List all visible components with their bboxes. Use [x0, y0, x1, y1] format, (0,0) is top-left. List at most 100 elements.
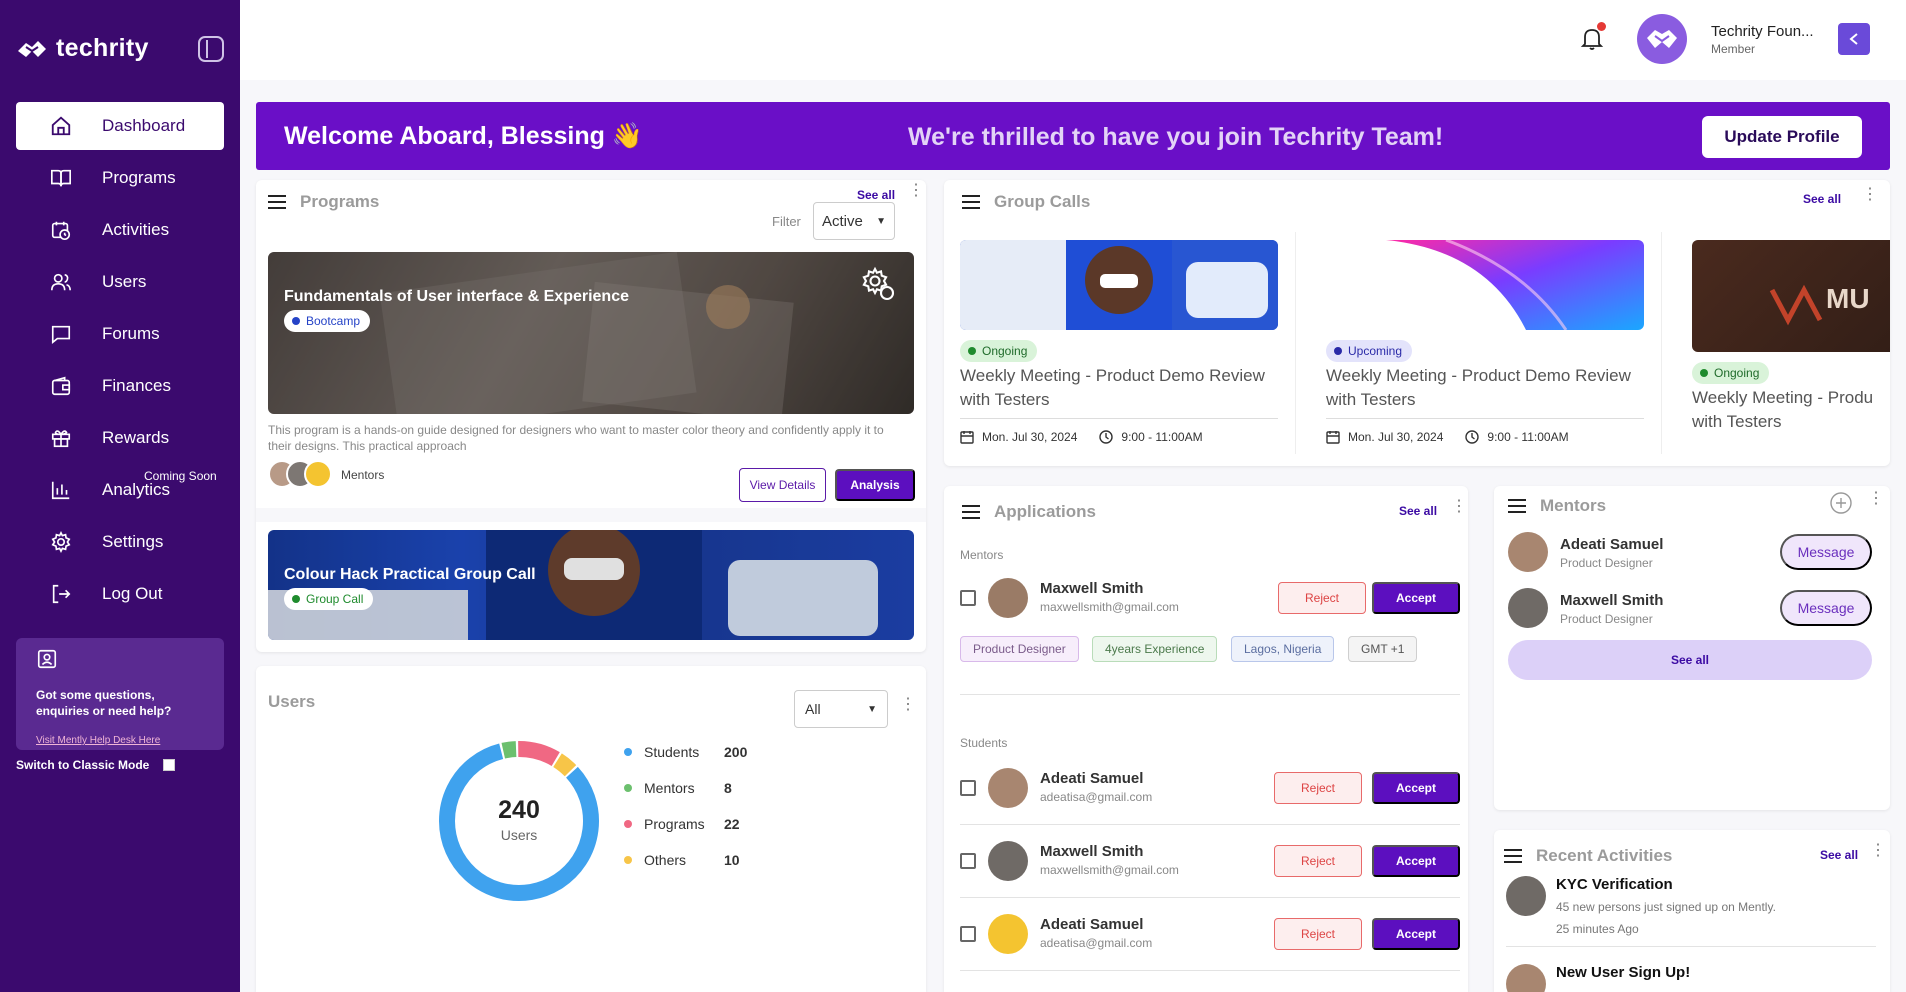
group-call-item[interactable]: Ongoing Weekly Meeting - Product Demo Re… [944, 232, 1296, 454]
reject-button[interactable]: Reject [1274, 918, 1362, 950]
more-options-icon[interactable]: ⋮ [1870, 843, 1886, 859]
application-row: Maxwell Smith maxwellsmith@gmail.com Rej… [960, 831, 1460, 891]
select-checkbox[interactable] [960, 853, 976, 869]
applications-see-all-link[interactable]: See all [1399, 504, 1437, 518]
message-button[interactable]: Message [1780, 590, 1872, 626]
update-profile-button[interactable]: Update Profile [1702, 116, 1862, 158]
more-options-icon[interactable]: ⋮ [1868, 491, 1884, 507]
tag-chip: GMT +1 [1348, 636, 1418, 662]
clock-icon [1465, 430, 1480, 444]
reject-button[interactable]: Reject [1274, 845, 1362, 877]
recent-activities-see-all-link[interactable]: See all [1820, 848, 1858, 862]
view-details-button[interactable]: View Details [739, 468, 826, 502]
help-desk-link[interactable]: Visit Mently Help Desk Here [36, 735, 204, 746]
calendar-icon [1326, 431, 1340, 444]
legend-dot [624, 856, 632, 864]
sidebar-item-users[interactable]: Users [16, 258, 224, 306]
mentor-item: Adeati Samuel Product Designer Message [1508, 530, 1878, 574]
more-options-icon[interactable]: ⋮ [908, 183, 924, 199]
sidebar-item-programs[interactable]: Programs [16, 154, 224, 202]
users-total: 240 [498, 796, 540, 824]
program-cover-image[interactable]: Colour Hack Practical Group Call Group C… [268, 530, 914, 640]
legend-dot [624, 748, 632, 756]
mentors-header: Mentors [1508, 496, 1606, 516]
select-checkbox[interactable] [960, 780, 976, 796]
reject-button[interactable]: Reject [1278, 582, 1366, 614]
mentors-title: Mentors [1540, 496, 1607, 515]
sidebar-item-analytics[interactable]: Coming Soon Analytics [16, 466, 224, 514]
programs-see-all-link[interactable]: See all [857, 188, 895, 202]
sidebar-item-settings[interactable]: Settings [16, 518, 224, 566]
sidebar-item-finances[interactable]: Finances [16, 362, 224, 410]
chevron-left-icon[interactable] [1838, 23, 1870, 55]
menu-icon[interactable] [962, 195, 980, 209]
divider [1506, 946, 1876, 947]
more-options-icon[interactable]: ⋮ [1451, 499, 1467, 515]
recent-activities-card: Recent Activities See all ⋮ KYC Verifica… [1494, 830, 1890, 992]
avatar[interactable] [1637, 14, 1687, 64]
help-desk-icon [37, 649, 57, 669]
calendar-icon [960, 431, 974, 444]
sidebar-item-forums[interactable]: Forums [16, 310, 224, 358]
sidebar-item-activities[interactable]: Activities [16, 206, 224, 254]
divider [1326, 418, 1644, 419]
reject-button[interactable]: Reject [1274, 772, 1362, 804]
select-checkbox[interactable] [960, 926, 976, 942]
accept-button[interactable]: Accept [1372, 582, 1460, 614]
menu-icon[interactable] [1508, 499, 1526, 513]
accept-button[interactable]: Accept [1372, 845, 1460, 877]
classic-mode-checkbox[interactable] [163, 759, 176, 771]
program-cover-image[interactable]: Fundamentals of User interface & Experie… [268, 252, 914, 414]
book-icon [50, 167, 72, 189]
status-badge: Ongoing [1692, 362, 1770, 384]
accept-button[interactable]: Accept [1372, 772, 1460, 804]
accept-button[interactable]: Accept [1372, 918, 1460, 950]
sidebar-item-label: Analytics [102, 480, 171, 499]
group-call-item[interactable]: Upcoming Weekly Meeting - Product Demo R… [1310, 232, 1662, 454]
more-options-icon[interactable]: ⋮ [1862, 187, 1878, 203]
more-options-icon[interactable]: ⋮ [900, 697, 916, 713]
sidebar-item-dashboard[interactable]: Dashboard [16, 102, 224, 150]
brand-logo[interactable]: techrity [16, 34, 149, 63]
group-call-date: Mon. Jul 30, 2024 [1326, 430, 1443, 444]
mentors-card: Mentors ⋮ Adeati Samuel Product Designer… [1494, 486, 1890, 810]
chevron-down-icon: ▼ [876, 215, 886, 227]
bar-chart-icon [50, 479, 72, 501]
tag-chip: Lagos, Nigeria [1231, 636, 1335, 662]
applicant-email: adeatisa@gmail.com [1040, 936, 1153, 950]
activity-description: 45 new persons just signed up on Mently. [1556, 900, 1776, 914]
mentor-role: Product Designer [1560, 556, 1653, 570]
group-calls-header: Group Calls [962, 192, 1090, 212]
sidebar-nav: Dashboard Programs Activities Users Foru… [16, 102, 224, 622]
program-filter-select[interactable]: Active ▼ [813, 202, 895, 240]
program-title: Colour Hack Practical Group Call [284, 566, 536, 583]
tag-dot [292, 317, 300, 325]
sidebar-item-label: Rewards [102, 428, 170, 447]
group-calls-card: Group Calls See all ⋮ Ongoing Weekly Mee… [944, 180, 1890, 466]
menu-icon[interactable] [1504, 849, 1522, 863]
select-checkbox[interactable] [960, 590, 976, 606]
applications-card: Applications See all ⋮ Mentors Maxwell S… [944, 486, 1468, 992]
group-calls-see-all-link[interactable]: See all [1803, 192, 1841, 206]
sidebar-item-rewards[interactable]: Rewards [16, 414, 224, 462]
applicant-name: Adeati Samuel [1040, 770, 1144, 787]
classic-mode-toggle[interactable]: Switch to Classic Mode [16, 758, 176, 772]
add-icon[interactable] [1830, 492, 1852, 519]
menu-icon[interactable] [962, 505, 980, 519]
users-filter-select[interactable]: All ▼ [794, 690, 888, 728]
chat-icon [50, 323, 72, 345]
application-row: Adeati Samuel adeatisa@gmail.com Reject … [960, 904, 1460, 964]
gear-icon[interactable] [860, 266, 896, 307]
group-call-meta: Mon. Jul 30, 2024 9:00 - 11:00AM [1326, 430, 1569, 444]
collapse-sidebar-icon[interactable] [198, 36, 224, 62]
mentors-see-all-button[interactable]: See all [1508, 640, 1872, 680]
programs-header: Programs [268, 192, 379, 212]
applicant-email: maxwellsmith@gmail.com [1040, 863, 1179, 877]
sidebar-item-label: Users [102, 272, 147, 291]
analysis-button[interactable]: Analysis [835, 469, 915, 501]
sidebar-item-logout[interactable]: Log Out [16, 570, 224, 618]
menu-icon[interactable] [268, 195, 286, 209]
techrity-logo-icon [18, 40, 46, 57]
message-button[interactable]: Message [1780, 534, 1872, 570]
group-call-item[interactable]: MU Ongoing Weekly Meeting - Produ with T… [1676, 232, 1890, 454]
